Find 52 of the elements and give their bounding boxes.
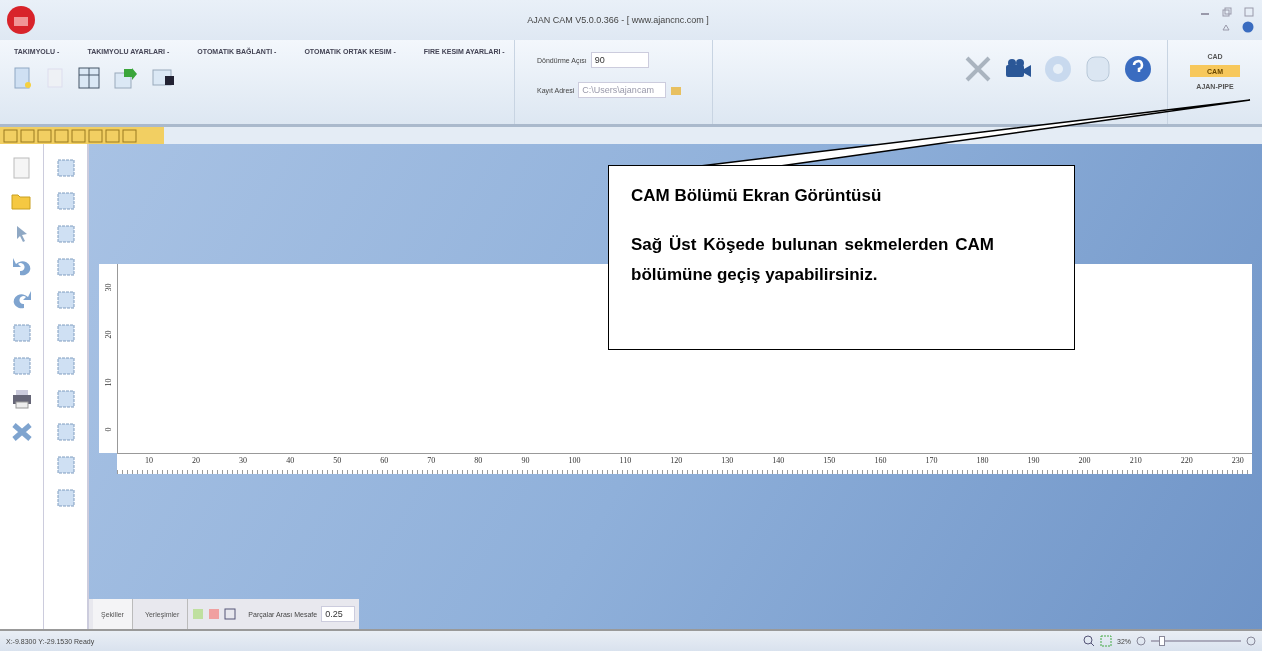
restore-icon[interactable] — [1222, 7, 1232, 17]
ruler-label: 190 — [1027, 455, 1040, 465]
ruler-label: 90 — [521, 455, 530, 465]
ruler-label: 30 — [103, 283, 113, 292]
spacing-field[interactable]: 0.25 — [321, 606, 356, 622]
ruler-label: 120 — [670, 455, 683, 465]
ruler-label: 0 — [103, 427, 113, 432]
ruler-label: 50 — [333, 455, 342, 465]
ruler-label: 100 — [568, 455, 581, 465]
ruler-label: 10 — [145, 455, 153, 465]
ruler-label: 230 — [1231, 455, 1244, 465]
ruler-label: 80 — [474, 455, 483, 465]
ruler-label: 160 — [874, 455, 887, 465]
window-title: AJAN CAM V5.0.0.366 - [ www.ajancnc.com ] — [526, 15, 710, 25]
app-logo — [6, 5, 36, 35]
ruler-label: 20 — [192, 455, 201, 465]
ruler-label: 110 — [619, 455, 632, 465]
ruler-label: 40 — [286, 455, 295, 465]
tools-icon[interactable] — [963, 54, 993, 84]
text-field[interactable]: C:\Users\ajancam — [578, 82, 667, 98]
ruler-label: 170 — [925, 455, 938, 465]
ruler-label: 180 — [976, 455, 989, 465]
import-icon[interactable] — [114, 67, 138, 89]
zoom-in-icon[interactable] — [1246, 636, 1256, 646]
ruler-label: 20 — [103, 330, 113, 339]
ruler-label: 150 — [823, 455, 836, 465]
ruler-label: 30 — [239, 455, 248, 465]
text-field[interactable]: 90 — [590, 52, 649, 68]
callout-text: Sağ Üst Köşede bulunan sekmelerden CAM bölümüne geçiş yapabilirsiniz. — [631, 234, 994, 286]
save-window-icon[interactable] — [152, 67, 176, 87]
fit-icon[interactable] — [1100, 635, 1112, 647]
folder-icon[interactable] — [670, 84, 683, 96]
window-layout-icon[interactable] — [78, 67, 100, 89]
ruler-label: 220 — [1180, 455, 1193, 465]
ruler-label: 130 — [721, 455, 734, 465]
slider-thumb[interactable] — [1159, 636, 1166, 646]
remove-icon[interactable] — [208, 608, 221, 620]
collapse-icon[interactable] — [1222, 23, 1230, 31]
ruler-label: 70 — [427, 455, 436, 465]
add-icon[interactable] — [192, 608, 205, 620]
ruler-label: 140 — [772, 455, 785, 465]
maximize-icon[interactable] — [1244, 7, 1254, 17]
zoom-out-icon[interactable] — [1136, 636, 1146, 646]
resize-icon[interactable] — [224, 608, 237, 620]
ruler-label: 10 — [103, 378, 113, 387]
new-file-icon[interactable] — [14, 67, 32, 89]
ruler-label: 210 — [1129, 455, 1142, 465]
zoom-icon[interactable] — [1083, 635, 1095, 647]
gear-icon[interactable] — [1043, 54, 1073, 84]
callout-title: CAM Bölümü Ekran Görüntüsü — [631, 186, 883, 206]
ruler-label: 60 — [380, 455, 389, 465]
ruler-label: 200 — [1078, 455, 1091, 465]
